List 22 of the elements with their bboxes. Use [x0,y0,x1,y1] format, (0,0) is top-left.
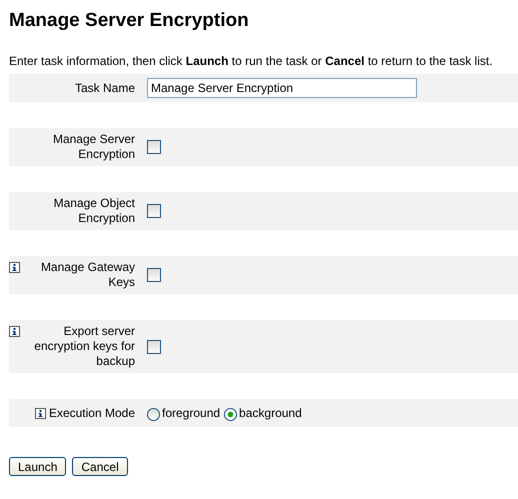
info-icon[interactable] [9,262,20,273]
checkbox[interactable] [147,204,161,218]
field-label: Execution Mode [48,406,135,420]
checkbox[interactable] [147,268,161,282]
page-title: Manage Server Encryption [9,9,250,33]
instruction-text: Enter task information, then click Launch to run the task or Cancel to return to the task list. [9,53,494,70]
checkbox[interactable] [147,340,161,354]
field-label: Manage Server Encryption [52,132,135,162]
radio-label: foreground [162,406,220,420]
info-icon[interactable] [34,408,46,418]
info-icon[interactable] [9,326,20,337]
radio-button[interactable] [147,408,160,420]
task-name-field[interactable]: Manage Server Encryption [147,78,417,98]
radio-button[interactable] [224,408,238,420]
field-label: Export server encryption keys for backup [33,324,135,369]
radio-label: background [239,406,302,420]
action-button[interactable]: Cancel [72,457,128,476]
field-label: Manage Gateway Keys [40,260,135,290]
field-label: Manage Object Encryption [52,196,135,226]
action-button[interactable]: Launch [9,457,66,476]
field-label: Task Name [74,80,135,96]
checkbox[interactable] [147,140,161,154]
